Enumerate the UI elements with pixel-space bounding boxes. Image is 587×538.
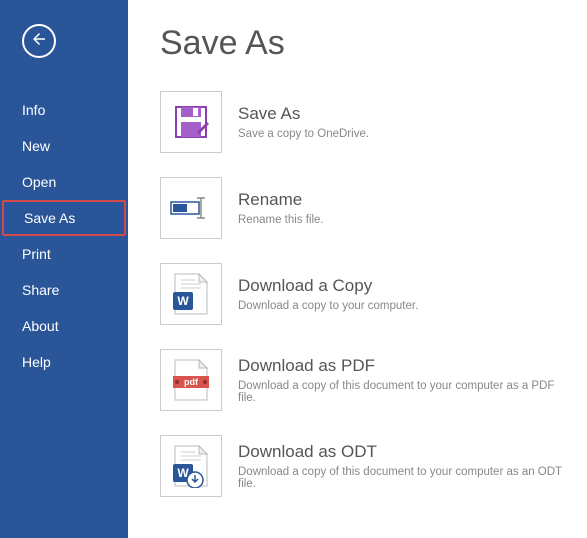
sidebar: Info New Open Save As Print Share About …	[0, 0, 128, 538]
sidebar-item-open[interactable]: Open	[0, 164, 128, 200]
option-title: Download as ODT	[238, 442, 565, 462]
sidebar-item-share[interactable]: Share	[0, 272, 128, 308]
back-button[interactable]	[22, 24, 56, 58]
sidebar-item-info[interactable]: Info	[0, 92, 128, 128]
svg-text:W: W	[177, 294, 189, 308]
option-desc: Download a copy of this document to your…	[238, 380, 565, 404]
option-download-pdf[interactable]: pdf Download as PDF Download a copy of t…	[160, 349, 565, 411]
odt-doc-icon: W	[160, 435, 222, 497]
sidebar-item-help[interactable]: Help	[0, 344, 128, 380]
option-download-odt[interactable]: W Download as ODT Download a copy of thi…	[160, 435, 565, 497]
save-icon	[160, 91, 222, 153]
option-title: Save As	[238, 104, 565, 124]
word-doc-icon: W	[160, 263, 222, 325]
arrow-left-icon	[30, 30, 48, 53]
rename-icon	[160, 177, 222, 239]
option-desc: Rename this file.	[238, 214, 565, 226]
option-desc: Download a copy to your computer.	[238, 300, 565, 312]
option-text: Rename Rename this file.	[238, 190, 565, 226]
sidebar-item-print[interactable]: Print	[0, 236, 128, 272]
sidebar-item-new[interactable]: New	[0, 128, 128, 164]
option-title: Rename	[238, 190, 565, 210]
main-content: Save As Save As Save a copy to OneDrive.	[128, 0, 587, 538]
option-title: Download a Copy	[238, 276, 565, 296]
sidebar-item-about[interactable]: About	[0, 308, 128, 344]
option-desc: Save a copy to OneDrive.	[238, 128, 565, 140]
option-title: Download as PDF	[238, 356, 565, 376]
option-text: Save As Save a copy to OneDrive.	[238, 104, 565, 140]
pdf-doc-icon: pdf	[160, 349, 222, 411]
option-download-copy[interactable]: W Download a Copy Download a copy to you…	[160, 263, 565, 325]
svg-text:pdf: pdf	[184, 377, 199, 387]
option-rename[interactable]: Rename Rename this file.	[160, 177, 565, 239]
option-desc: Download a copy of this document to your…	[238, 466, 565, 490]
option-text: Download as ODT Download a copy of this …	[238, 442, 565, 490]
option-text: Download a Copy Download a copy to your …	[238, 276, 565, 312]
page-title: Save As	[160, 24, 565, 63]
sidebar-item-save-as[interactable]: Save As	[2, 200, 126, 236]
option-save-as[interactable]: Save As Save a copy to OneDrive.	[160, 91, 565, 153]
option-text: Download as PDF Download a copy of this …	[238, 356, 565, 404]
